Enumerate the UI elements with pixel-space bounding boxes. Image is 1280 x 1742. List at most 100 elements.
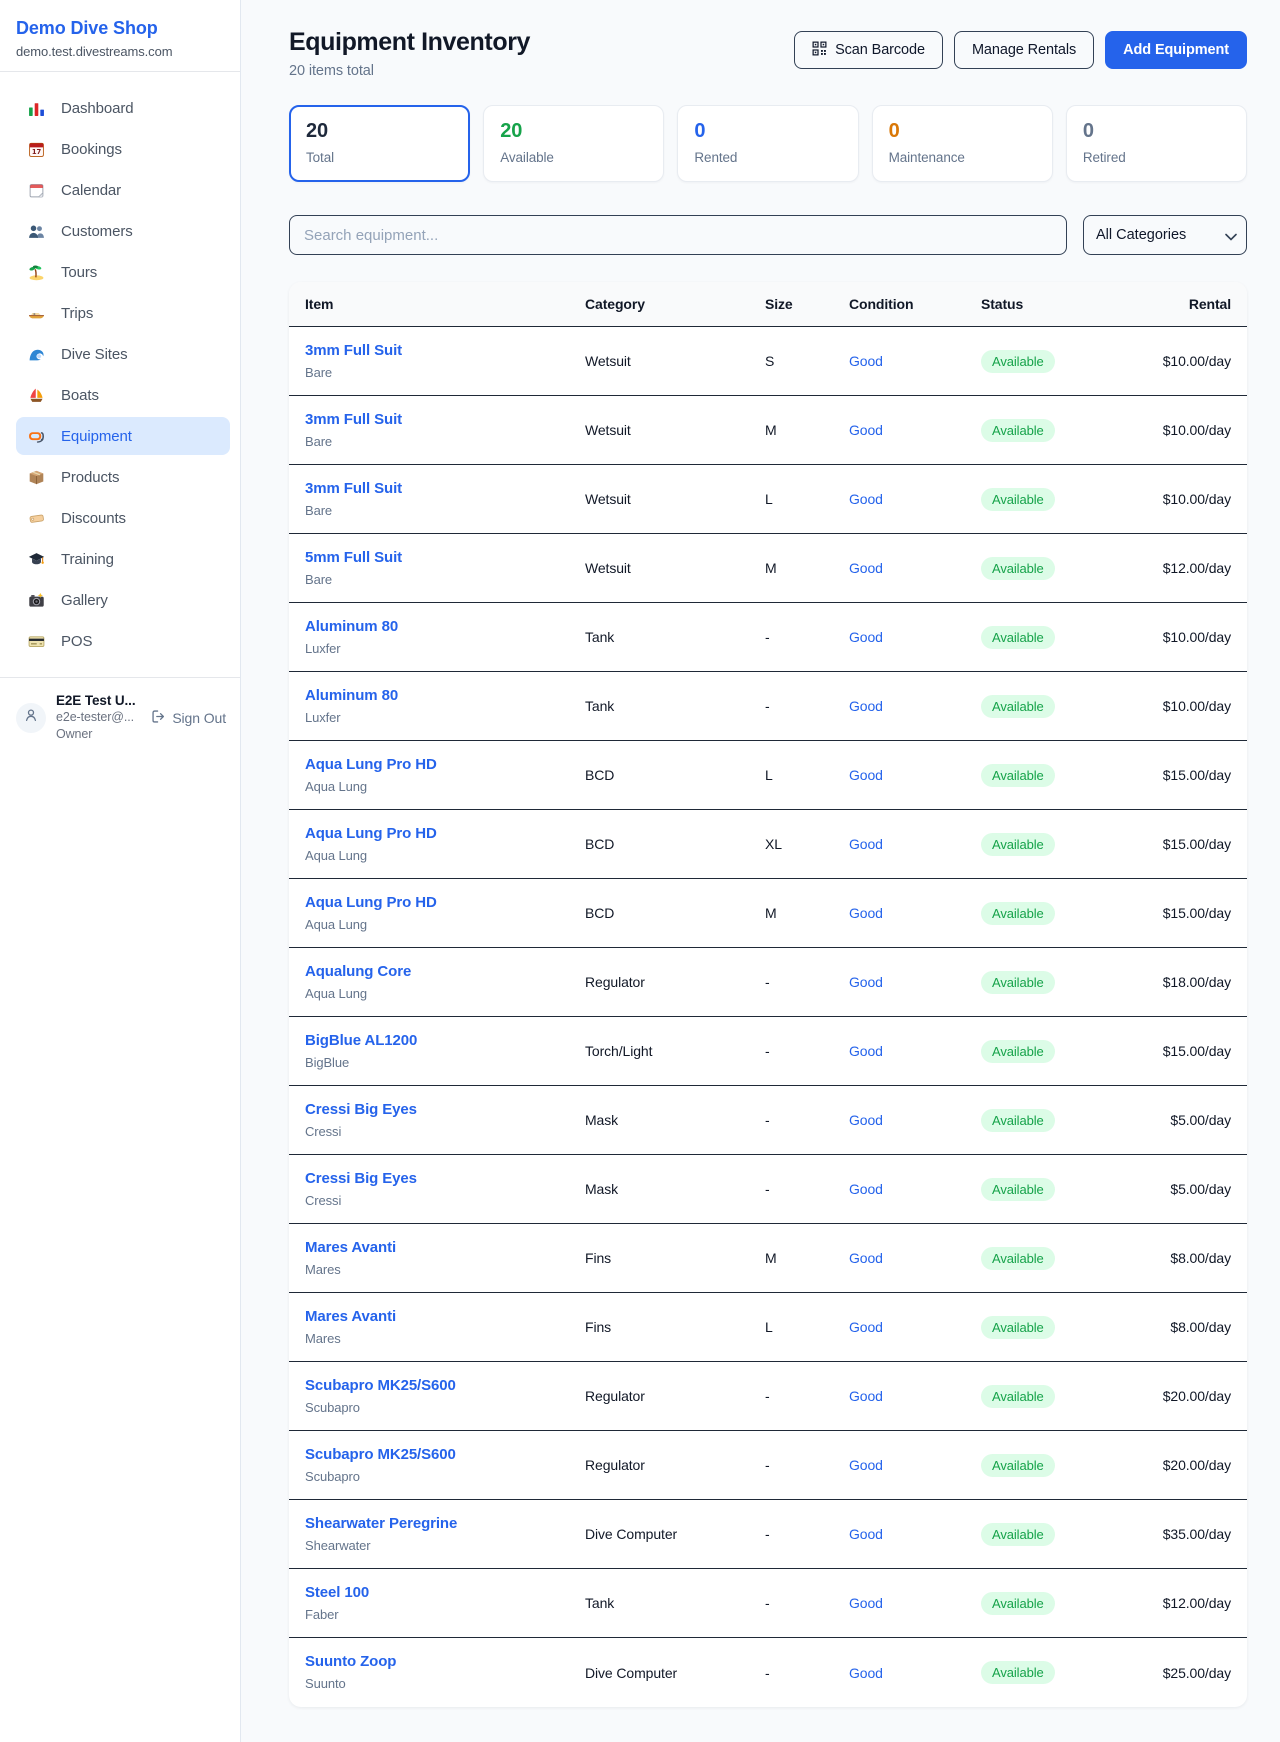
item-name-link[interactable]: 5mm Full Suit (305, 548, 402, 568)
status-badge: Available (981, 557, 1055, 580)
item-name-link[interactable]: Aqualung Core (305, 962, 411, 982)
category-select[interactable]: All Categories (1083, 215, 1247, 255)
sidebar-item-label: Bookings (61, 141, 122, 158)
condition-link[interactable]: Good (849, 629, 981, 645)
item-name-link[interactable]: 3mm Full Suit (305, 341, 402, 361)
sidebar-item-label: Training (61, 551, 114, 568)
stat-card-maintenance[interactable]: 0 Maintenance (872, 105, 1053, 182)
condition-link[interactable]: Good (849, 1388, 981, 1404)
item-name-link[interactable]: Cressi Big Eyes (305, 1100, 417, 1120)
stat-card-rented[interactable]: 0 Rented (677, 105, 858, 182)
sidebar-item-calendar[interactable]: Calendar (16, 171, 230, 209)
table-row: Aluminum 80 Luxfer Tank - Good Available… (289, 603, 1247, 672)
condition-link[interactable]: Good (849, 491, 981, 507)
search-input[interactable] (289, 215, 1067, 255)
rental-rate: $20.00/day (1101, 1457, 1231, 1473)
sidebar-item-gallery[interactable]: Gallery (16, 581, 230, 619)
sidebar-item-bookings[interactable]: 17 Bookings (16, 130, 230, 168)
page-title: Equipment Inventory (289, 28, 530, 57)
condition-link[interactable]: Good (849, 1526, 981, 1542)
stats-row: 20 Total 20 Available 0 Rented 0 Mainten… (289, 105, 1247, 182)
item-cell: Cressi Big Eyes Cressi (305, 1100, 585, 1141)
item-name-link[interactable]: Mares Avanti (305, 1238, 396, 1258)
brand-title[interactable]: Demo Dive Shop (16, 16, 224, 40)
size-cell: M (765, 560, 849, 576)
condition-link[interactable]: Good (849, 1043, 981, 1059)
item-name-link[interactable]: Suunto Zoop (305, 1652, 396, 1672)
status-badge: Available (981, 971, 1055, 994)
condition-link[interactable]: Good (849, 974, 981, 990)
item-name-link[interactable]: Scubapro MK25/S600 (305, 1376, 456, 1396)
sidebar-item-customers[interactable]: Customers (16, 212, 230, 250)
sidebar-item-tours[interactable]: Tours (16, 253, 230, 291)
item-name-link[interactable]: Aluminum 80 (305, 686, 398, 706)
sidebar-item-dive-sites[interactable]: Dive Sites (16, 335, 230, 373)
size-cell: - (765, 1388, 849, 1404)
sidebar-item-pos[interactable]: POS (16, 622, 230, 660)
table-row: Scubapro MK25/S600 Scubapro Regulator - … (289, 1431, 1247, 1500)
sidebar-nav: Dashboard 17 Bookings Calendar Customers… (0, 72, 240, 663)
stat-card-available[interactable]: 20 Available (483, 105, 664, 182)
sidebar-item-trips[interactable]: Trips (16, 294, 230, 332)
item-name-link[interactable]: Mares Avanti (305, 1307, 396, 1327)
status-cell: Available (981, 764, 1101, 787)
scan-barcode-button[interactable]: Scan Barcode (794, 31, 943, 69)
rental-rate: $15.00/day (1101, 836, 1231, 852)
item-brand: Suunto (305, 1675, 585, 1693)
status-cell: Available (981, 626, 1101, 649)
size-cell: - (765, 1526, 849, 1542)
size-cell: L (765, 491, 849, 507)
add-equipment-button[interactable]: Add Equipment (1105, 31, 1247, 69)
condition-link[interactable]: Good (849, 560, 981, 576)
condition-link[interactable]: Good (849, 422, 981, 438)
stat-card-retired[interactable]: 0 Retired (1066, 105, 1247, 182)
item-name-link[interactable]: BigBlue AL1200 (305, 1031, 417, 1051)
status-badge: Available (981, 902, 1055, 925)
brand-domain: demo.test.divestreams.com (16, 44, 224, 59)
item-name-link[interactable]: Scubapro MK25/S600 (305, 1445, 456, 1465)
item-cell: Mares Avanti Mares (305, 1307, 585, 1348)
condition-link[interactable]: Good (849, 1112, 981, 1128)
condition-link[interactable]: Good (849, 905, 981, 921)
item-name-link[interactable]: Aqua Lung Pro HD (305, 893, 437, 913)
item-name-link[interactable]: Aqua Lung Pro HD (305, 755, 437, 775)
stat-card-total[interactable]: 20 Total (289, 105, 470, 182)
sidebar-item-products[interactable]: Products (16, 458, 230, 496)
table-row: Suunto Zoop Suunto Dive Computer - Good … (289, 1638, 1247, 1707)
item-name-link[interactable]: Shearwater Peregrine (305, 1514, 457, 1534)
manage-rentals-button[interactable]: Manage Rentals (954, 31, 1094, 69)
item-name-link[interactable]: Aqua Lung Pro HD (305, 824, 437, 844)
condition-link[interactable]: Good (849, 1457, 981, 1473)
header-actions: Scan Barcode Manage Rentals Add Equipmen… (794, 28, 1247, 69)
item-name-link[interactable]: 3mm Full Suit (305, 479, 402, 499)
item-name-link[interactable]: Steel 100 (305, 1583, 369, 1603)
condition-link[interactable]: Good (849, 767, 981, 783)
category-cell: Dive Computer (585, 1526, 765, 1542)
condition-link[interactable]: Good (849, 1665, 981, 1681)
item-name-link[interactable]: 3mm Full Suit (305, 410, 402, 430)
condition-link[interactable]: Good (849, 698, 981, 714)
sign-out-button[interactable]: Sign Out (151, 709, 226, 727)
sidebar-item-discounts[interactable]: Discounts (16, 499, 230, 537)
condition-link[interactable]: Good (849, 836, 981, 852)
category-cell: Mask (585, 1112, 765, 1128)
category-cell: Tank (585, 1595, 765, 1611)
condition-link[interactable]: Good (849, 1319, 981, 1335)
condition-link[interactable]: Good (849, 1250, 981, 1266)
stat-label: Retired (1083, 150, 1230, 165)
sidebar-item-boats[interactable]: Boats (16, 376, 230, 414)
condition-link[interactable]: Good (849, 1181, 981, 1197)
item-name-link[interactable]: Cressi Big Eyes (305, 1169, 417, 1189)
category-cell: Wetsuit (585, 353, 765, 369)
condition-link[interactable]: Good (849, 1595, 981, 1611)
sidebar-item-equipment[interactable]: Equipment (16, 417, 230, 455)
sidebar-item-training[interactable]: Training (16, 540, 230, 578)
rental-rate: $12.00/day (1101, 1595, 1231, 1611)
status-badge: Available (981, 695, 1055, 718)
item-brand: Bare (305, 433, 585, 451)
status-cell: Available (981, 1385, 1101, 1408)
item-name-link[interactable]: Aluminum 80 (305, 617, 398, 637)
status-badge: Available (981, 1178, 1055, 1201)
condition-link[interactable]: Good (849, 353, 981, 369)
sidebar-item-dashboard[interactable]: Dashboard (16, 89, 230, 127)
